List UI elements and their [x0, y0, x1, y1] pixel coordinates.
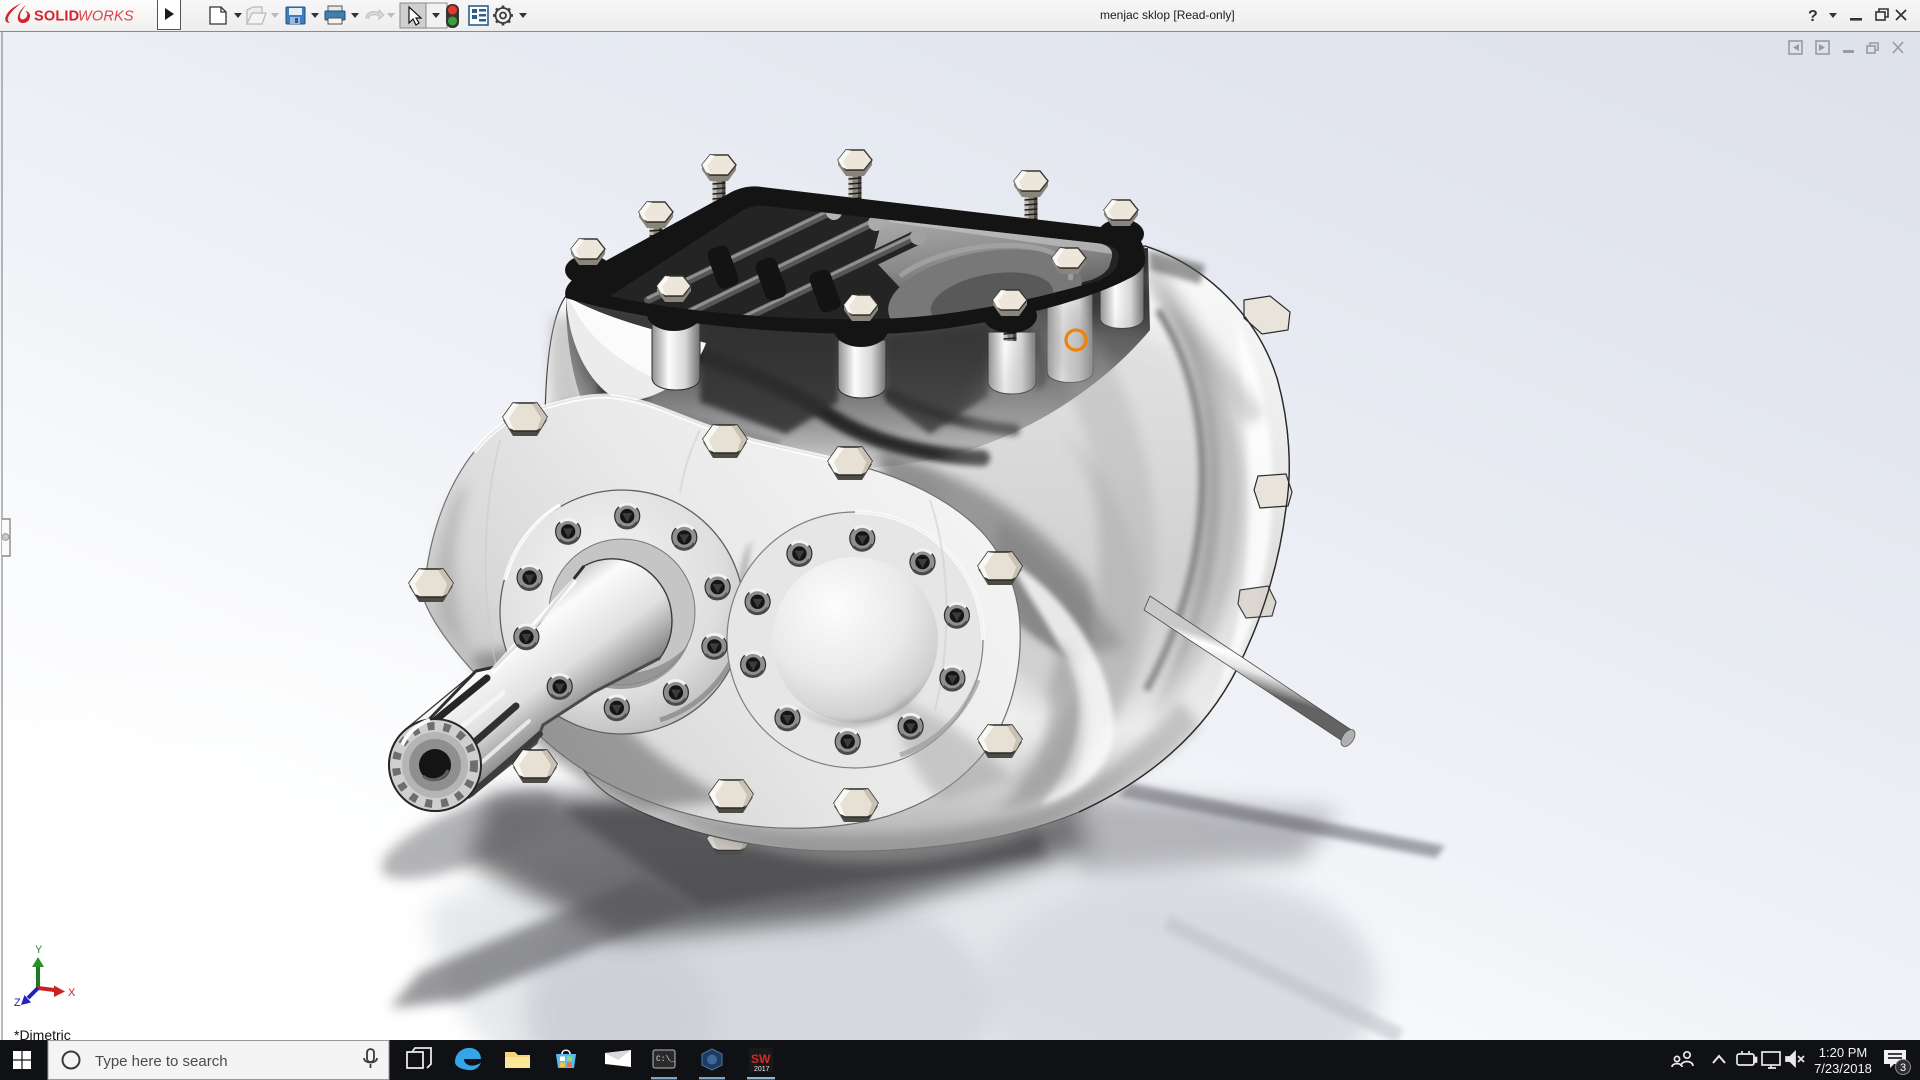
- svg-text:?: ?: [1808, 8, 1818, 25]
- svg-text:C:\_: C:\_: [656, 1055, 675, 1064]
- svg-text:1:20 PM: 1:20 PM: [1819, 1045, 1867, 1060]
- svg-text:7/23/2018: 7/23/2018: [1814, 1061, 1872, 1076]
- svg-text:Type here to search: Type here to search: [95, 1053, 228, 1070]
- svg-text:WORKS: WORKS: [78, 9, 134, 25]
- svg-text:2017: 2017: [754, 1066, 770, 1073]
- svg-text:SW: SW: [751, 1052, 771, 1066]
- svg-text:SOLID: SOLID: [34, 9, 79, 25]
- svg-text:3: 3: [1900, 1062, 1906, 1074]
